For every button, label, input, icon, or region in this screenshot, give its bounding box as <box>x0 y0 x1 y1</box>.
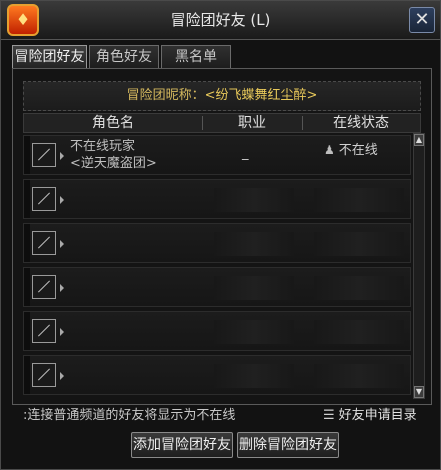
row-edge <box>24 136 30 174</box>
row-edge <box>24 224 30 262</box>
nickname-value: <纷飞蝶舞红尘醉> <box>204 88 318 103</box>
row-edge <box>24 312 30 350</box>
table-header: 角色名 职业 在线状态 <box>23 113 421 133</box>
blurred-cell <box>214 320 294 344</box>
avatar-icon <box>32 319 56 343</box>
table-row[interactable] <box>23 267 411 307</box>
blurred-cell <box>314 320 404 344</box>
blurred-cell <box>314 276 404 300</box>
row-edge <box>24 268 30 306</box>
avatar-icon <box>32 231 56 255</box>
close-icon: ✕ <box>414 9 430 30</box>
friend-guild: <逆天魔盗团> <box>70 156 157 171</box>
list-icon: ☰ <box>323 408 335 423</box>
expand-arrow-icon[interactable] <box>60 152 64 160</box>
expand-arrow-icon[interactable] <box>60 328 64 336</box>
blurred-cell <box>314 232 404 256</box>
tab-adventure-friends[interactable]: 冒险团好友 <box>12 45 87 69</box>
friend-name: 不在线玩家 <box>70 139 136 154</box>
window-title: 冒险团好友 (L) <box>170 11 271 29</box>
blurred-cell <box>214 188 294 212</box>
nickname-label: 冒险团昵称： <box>126 88 205 103</box>
column-header-status[interactable]: 在线状态 <box>302 114 420 132</box>
expand-arrow-icon[interactable] <box>60 284 64 292</box>
friend-status-cell: ♟ 不在线 <box>324 139 378 158</box>
offline-note: :连接普通频道的好友将显示为不在线 <box>23 408 236 423</box>
blurred-cell <box>214 232 294 256</box>
table-row[interactable] <box>23 311 411 351</box>
column-header-name[interactable]: 角色名 <box>24 114 202 132</box>
table-row[interactable]: 不在线玩家 <逆天魔盗团> _ ♟ 不在线 <box>23 135 411 175</box>
tab-character-friends[interactable]: 角色好友 <box>89 45 159 69</box>
friends-panel: 冒险团昵称：<纷飞蝶舞红尘醉> 角色名 职业 在线状态 不在线玩家 <逆天魔盗团… <box>12 68 432 405</box>
table-row[interactable] <box>23 179 411 219</box>
person-icon: ♟ <box>324 143 335 157</box>
friend-job: _ <box>242 146 249 161</box>
blurred-cell <box>314 188 404 212</box>
add-friend-button[interactable]: 添加冒险团好友 <box>131 432 233 458</box>
avatar-icon <box>32 143 56 167</box>
row-edge <box>24 180 30 218</box>
avatar-icon <box>32 363 56 387</box>
row-edge <box>24 356 30 394</box>
friend-requests-label: 好友申请目录 <box>338 408 417 423</box>
blurred-cell <box>314 364 404 388</box>
expand-arrow-icon[interactable] <box>60 240 64 248</box>
friends-window: ♦ 冒险团好友 (L) ✕ 冒险团好友 角色好友 黑名单 冒险团昵称：<纷飞蝶舞… <box>0 0 441 470</box>
scroll-up-icon[interactable]: ▲ <box>414 134 424 146</box>
column-header-job[interactable]: 职业 <box>202 114 302 132</box>
blurred-cell <box>214 276 294 300</box>
expand-arrow-icon[interactable] <box>60 196 64 204</box>
friend-requests-link[interactable]: ☰ 好友申请目录 <box>323 404 417 423</box>
table-row[interactable] <box>23 223 411 263</box>
title-bar[interactable]: ♦ 冒险团好友 (L) ✕ <box>1 1 440 40</box>
friend-name-cell: 不在线玩家 <逆天魔盗团> <box>70 138 157 172</box>
tab-blacklist[interactable]: 黑名单 <box>161 45 231 69</box>
friend-list: 不在线玩家 <逆天魔盗团> _ ♟ 不在线 <box>23 133 411 399</box>
close-button[interactable]: ✕ <box>409 7 435 33</box>
expand-arrow-icon[interactable] <box>60 372 64 380</box>
scroll-down-icon[interactable]: ▼ <box>414 386 424 398</box>
avatar-icon <box>32 275 56 299</box>
blurred-cell <box>214 364 294 388</box>
delete-friend-button[interactable]: 删除冒险团好友 <box>237 432 339 458</box>
list-scrollbar[interactable]: ▲ ▼ <box>413 133 425 399</box>
table-row[interactable] <box>23 355 411 395</box>
friend-status: 不在线 <box>338 143 378 158</box>
nickname-bar: 冒险团昵称：<纷飞蝶舞红尘醉> <box>23 81 421 111</box>
avatar-icon <box>32 187 56 211</box>
